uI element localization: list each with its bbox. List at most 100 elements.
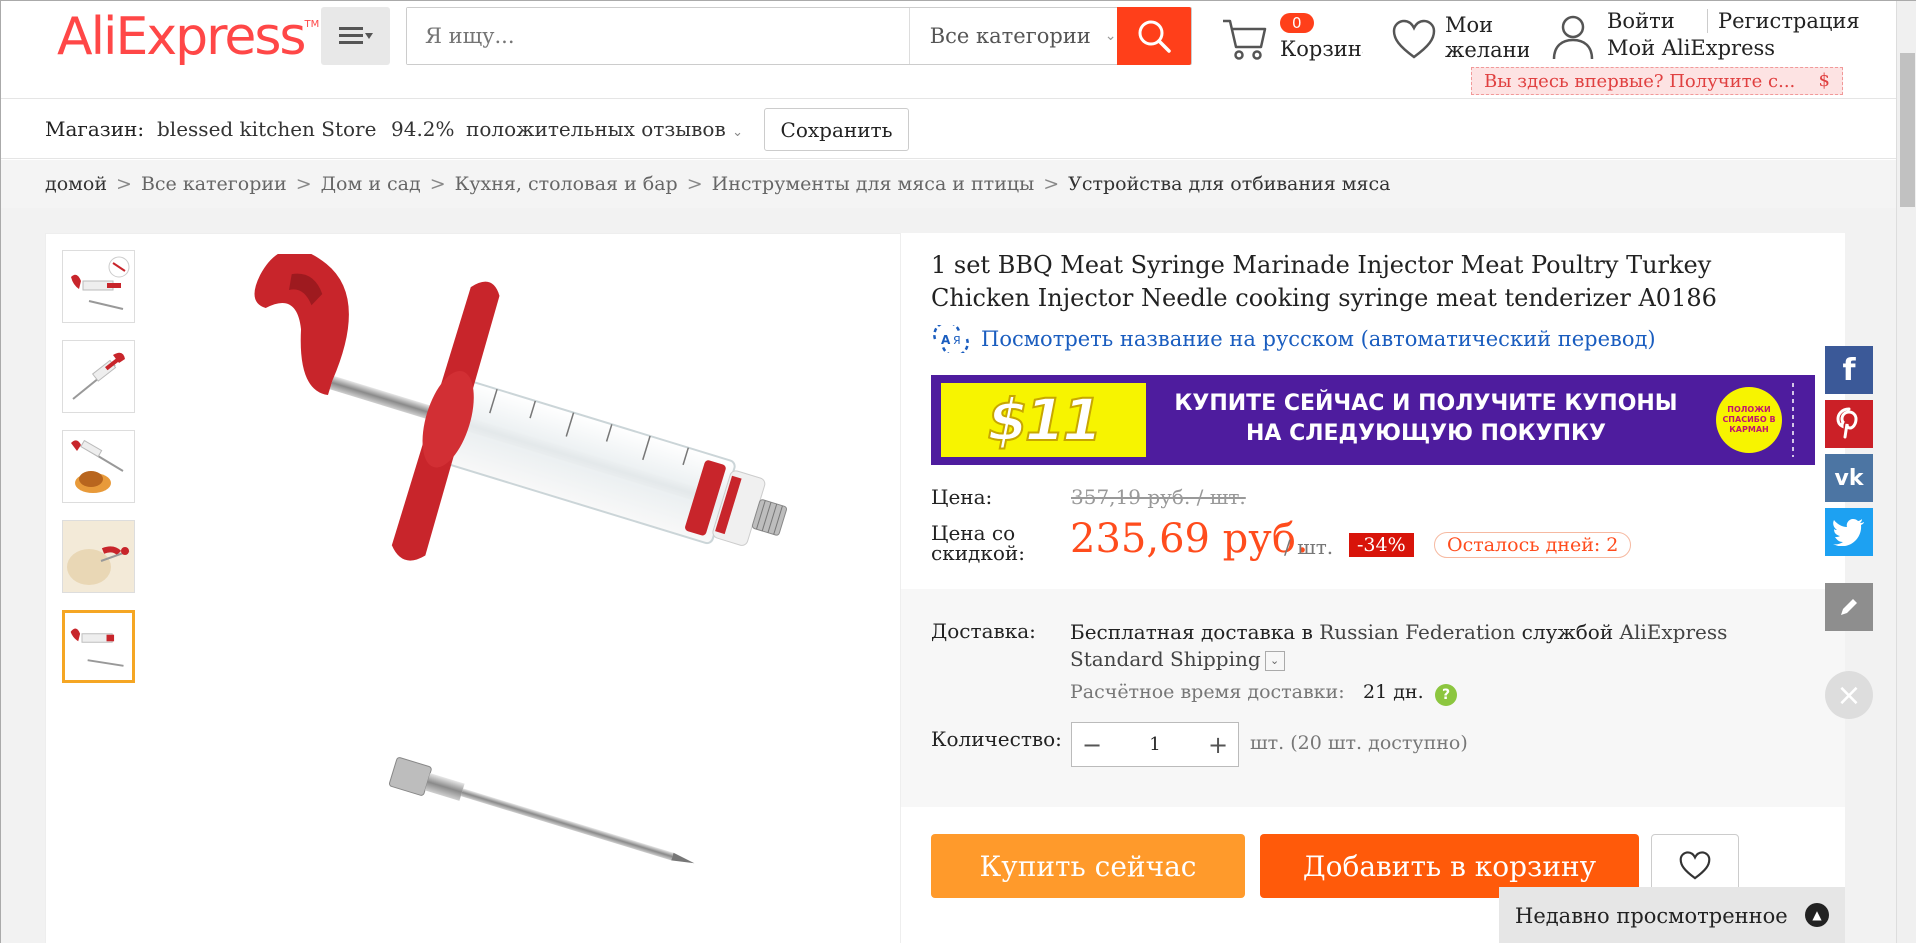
twitter-share-button[interactable] — [1825, 508, 1873, 556]
breadcrumb-item[interactable]: Все категории — [141, 173, 287, 195]
meat-syringe-image — [254, 249, 788, 864]
breadcrumb-item[interactable]: Кухня, столовая и бар — [455, 173, 678, 195]
hamburger-icon — [338, 27, 373, 44]
search-button[interactable] — [1117, 7, 1191, 65]
original-price: 357,19 руб. / шт. — [1071, 485, 1246, 509]
banner-badge-text: ПОЛОЖИ СПАСИБО В КАРМАН — [1722, 405, 1776, 434]
eta-value: 21 дн. — [1363, 681, 1424, 703]
feedback-percentage: 94.2% — [391, 117, 455, 141]
cart-label: Корзина — [1280, 37, 1363, 61]
thumbnail-1[interactable] — [62, 250, 135, 323]
product-title: 1 set BBQ Meat Syringe Marinade Injector… — [931, 251, 1717, 312]
store-label: Магазин: — [45, 117, 145, 141]
discount-price-label: Цена со скидкой: — [931, 521, 1025, 565]
pinterest-icon — [1836, 407, 1858, 439]
translate-icon: AЯ — [933, 325, 969, 353]
quantity-label: Количество: — [931, 727, 1062, 751]
breadcrumb: домой > Все категории > Дом и сад > Кухня, … — [1, 160, 1896, 208]
dollar-icon: $ — [1818, 70, 1830, 91]
save-store-button[interactable]: Сохранить — [764, 108, 909, 151]
breadcrumb-separator: > — [295, 173, 312, 195]
chicken-thumbnail-icon — [71, 439, 124, 493]
syringe-thumbnail-icon — [72, 352, 125, 400]
chevron-up-icon: ▲ — [1805, 903, 1829, 927]
banner-line-1: КУПИТЕ СЕЙЧАС И ПОЛУЧИТЕ КУПОНЫ — [1174, 391, 1678, 416]
shipping-label: Доставка: — [931, 619, 1036, 643]
user-icon — [1552, 15, 1594, 60]
search-category-value: Все категории — [929, 24, 1091, 48]
vk-share-button[interactable]: vk — [1825, 454, 1873, 502]
translate-link[interactable]: AЯ Посмотреть название на русском (автом… — [931, 325, 1656, 353]
buy-now-button[interactable]: Купить сейчас — [931, 834, 1245, 898]
shipping-via: службой — [1515, 620, 1620, 644]
quantity-available: шт. (20 шт. доступно) — [1250, 732, 1468, 754]
chevron-down-icon: ⌄ — [1104, 28, 1117, 44]
breadcrumb-current: Устройства для отбивания мяса — [1068, 173, 1391, 195]
product-info: 1 set BBQ Meat Syringe Marinade Injector… — [901, 233, 1845, 943]
breadcrumb-item[interactable]: Инструменты для мяса и птицы — [712, 173, 1035, 195]
vk-icon: vk — [1834, 465, 1864, 491]
breadcrumb-item[interactable]: домой — [45, 173, 107, 195]
cart-link[interactable]: 0 Корзина — [1221, 11, 1363, 71]
pencil-icon — [1841, 599, 1857, 615]
shipping-prefix: Бесплатная доставка в — [1070, 620, 1320, 644]
breadcrumb-separator: > — [429, 173, 446, 195]
shipping-options-toggle[interactable]: ⌄ — [1264, 650, 1285, 671]
discount-price: 235,69 руб. — [1070, 516, 1309, 562]
breadcrumb-separator: > — [116, 173, 132, 195]
categories-menu-button[interactable] — [321, 7, 390, 65]
new-user-promo[interactable]: Вы здесь впервые? Получите с... $ — [1471, 67, 1843, 95]
discount-badge: -34% — [1349, 533, 1414, 557]
feedback-edit-button[interactable] — [1825, 583, 1873, 631]
recently-viewed-tab[interactable]: Недавно просмотренное ▲ — [1499, 887, 1845, 943]
days-left-badge: Осталось дней: 2 — [1434, 532, 1632, 558]
thumbnail-5-active[interactable] — [62, 610, 135, 683]
recently-viewed-label: Недавно просмотренное — [1515, 903, 1788, 928]
search-category-select[interactable]: Все категории ⌄ — [908, 8, 1118, 64]
page-scrollbar[interactable] — [1896, 1, 1916, 943]
thumbnail-4[interactable] — [62, 520, 135, 593]
wishlist-label: Мои желания — [1445, 13, 1529, 62]
breadcrumb-separator: > — [686, 173, 703, 195]
main-product-image[interactable] — [156, 249, 898, 943]
store-bar: Магазин: blessed kitchen Store 94.2% пол… — [1, 99, 1896, 159]
thumbnail-3[interactable] — [62, 430, 135, 503]
syringe-thumbnail-icon — [70, 628, 124, 667]
feedback-dropdown[interactable]: положительных отзывов ⌄ — [466, 117, 743, 141]
help-icon[interactable]: ? — [1435, 684, 1457, 706]
close-social-button[interactable]: × — [1825, 671, 1873, 719]
breadcrumb-item[interactable]: Дом и сад — [321, 173, 421, 195]
search-icon — [1138, 20, 1171, 53]
facebook-icon: f — [1842, 352, 1856, 388]
thumbnail-2[interactable] — [62, 340, 135, 413]
register-link[interactable]: Регистрация — [1707, 9, 1860, 33]
turkey-thumbnail-icon — [63, 521, 134, 592]
account-area: Войти Регистрация Мой AliExpress — [1551, 7, 1891, 67]
cart-icon — [1223, 19, 1267, 60]
price-label: Цена: — [931, 485, 993, 509]
shipping-country: Russian Federation — [1319, 620, 1516, 644]
quantity-decrease-button[interactable]: − — [1072, 723, 1112, 766]
search-input[interactable] — [407, 8, 909, 64]
banner-line-2: НА СЛЕДУЮЩУЮ ПОКУПКУ — [1246, 421, 1606, 446]
my-aliexpress-link[interactable]: Мой AliExpress — [1607, 36, 1775, 60]
eta-label: Расчётное время доставки: — [1070, 681, 1345, 703]
login-link[interactable]: Войти — [1607, 9, 1675, 33]
quantity-stepper: − + — [1071, 722, 1239, 767]
facebook-share-button[interactable]: f — [1825, 346, 1873, 394]
quantity-increase-button[interactable]: + — [1198, 723, 1238, 766]
wishlist-link[interactable]: Мои желания — [1389, 11, 1529, 71]
svg-text:Я: Я — [953, 334, 961, 347]
breadcrumb-separator: > — [1043, 173, 1060, 195]
translate-link-label: Посмотреть название на русском (автомати… — [981, 327, 1656, 351]
aliexpress-logo[interactable]: AliExpressTM — [57, 7, 319, 67]
coupon-banner[interactable]: $11 КУПИТЕ СЕЙЧАС И ПОЛУЧИТЕ КУПОНЫ НА СЛ… — [931, 375, 1815, 465]
scrollbar-thumb[interactable] — [1900, 53, 1915, 207]
store-name-link[interactable]: blessed kitchen Store — [157, 117, 376, 141]
twitter-icon — [1833, 519, 1864, 546]
pinterest-share-button[interactable] — [1825, 400, 1873, 448]
shipping-info: Бесплатная доставка в Russian Federation… — [1070, 619, 1790, 673]
search-bar: Все категории ⌄ — [406, 7, 1192, 65]
banner-text: КУПИТЕ СЕЙЧАС И ПОЛУЧИТЕ КУПОНЫ НА СЛЕДУЮ… — [1156, 389, 1696, 449]
quantity-input[interactable] — [1112, 723, 1198, 766]
